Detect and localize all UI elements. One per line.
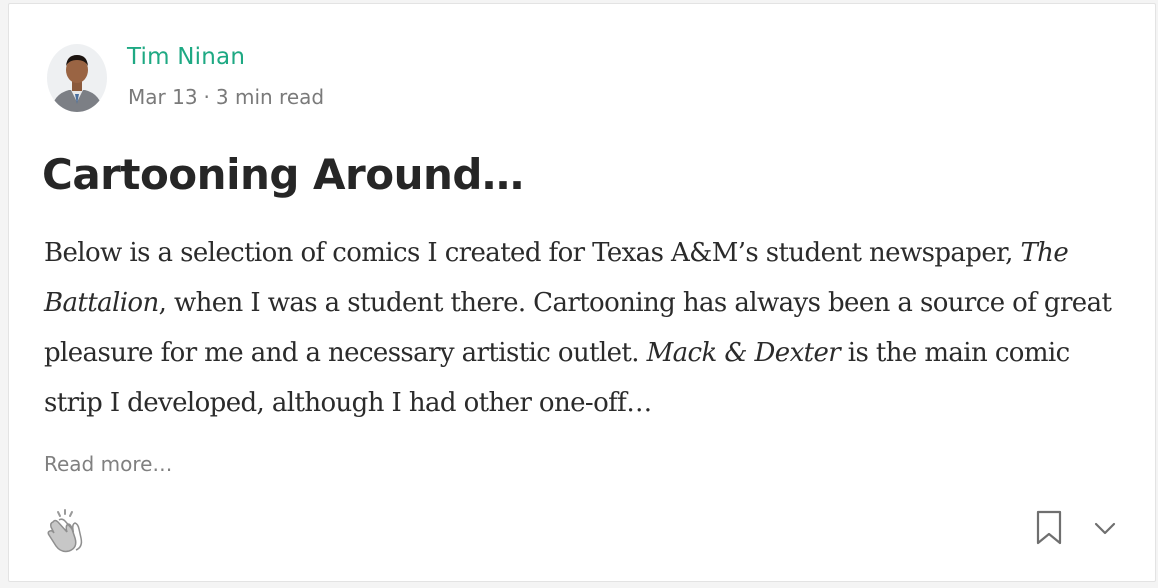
clap-icon[interactable] bbox=[43, 508, 89, 554]
read-more-link[interactable]: Read more… bbox=[44, 452, 172, 476]
post-excerpt[interactable]: Below is a selection of comics I created… bbox=[44, 228, 1134, 428]
bookmark-icon-graphic bbox=[1036, 510, 1062, 545]
author-name-link[interactable]: Tim Ninan bbox=[127, 44, 245, 70]
clap-icon-graphic bbox=[47, 509, 83, 553]
excerpt-text-1: Below is a selection of comics I created… bbox=[44, 238, 1021, 268]
author-avatar[interactable] bbox=[47, 44, 107, 112]
excerpt-italic-comic-title: Mack & Dexter bbox=[646, 338, 841, 368]
post-meta: Mar 13 · 3 min read bbox=[128, 85, 324, 109]
post-card: Tim Ninan Mar 13 · 3 min read Cartooning A… bbox=[8, 3, 1156, 582]
chevron-down-icon[interactable] bbox=[1090, 516, 1120, 540]
post-title[interactable]: Cartooning Around… bbox=[42, 150, 524, 199]
post-date[interactable]: Mar 13 bbox=[128, 85, 198, 109]
chevron-down-icon-graphic bbox=[1094, 522, 1116, 535]
read-time: 3 min read bbox=[215, 85, 325, 109]
bookmark-icon[interactable] bbox=[1034, 510, 1064, 546]
avatar-image bbox=[47, 44, 107, 112]
meta-separator: · bbox=[203, 85, 210, 109]
